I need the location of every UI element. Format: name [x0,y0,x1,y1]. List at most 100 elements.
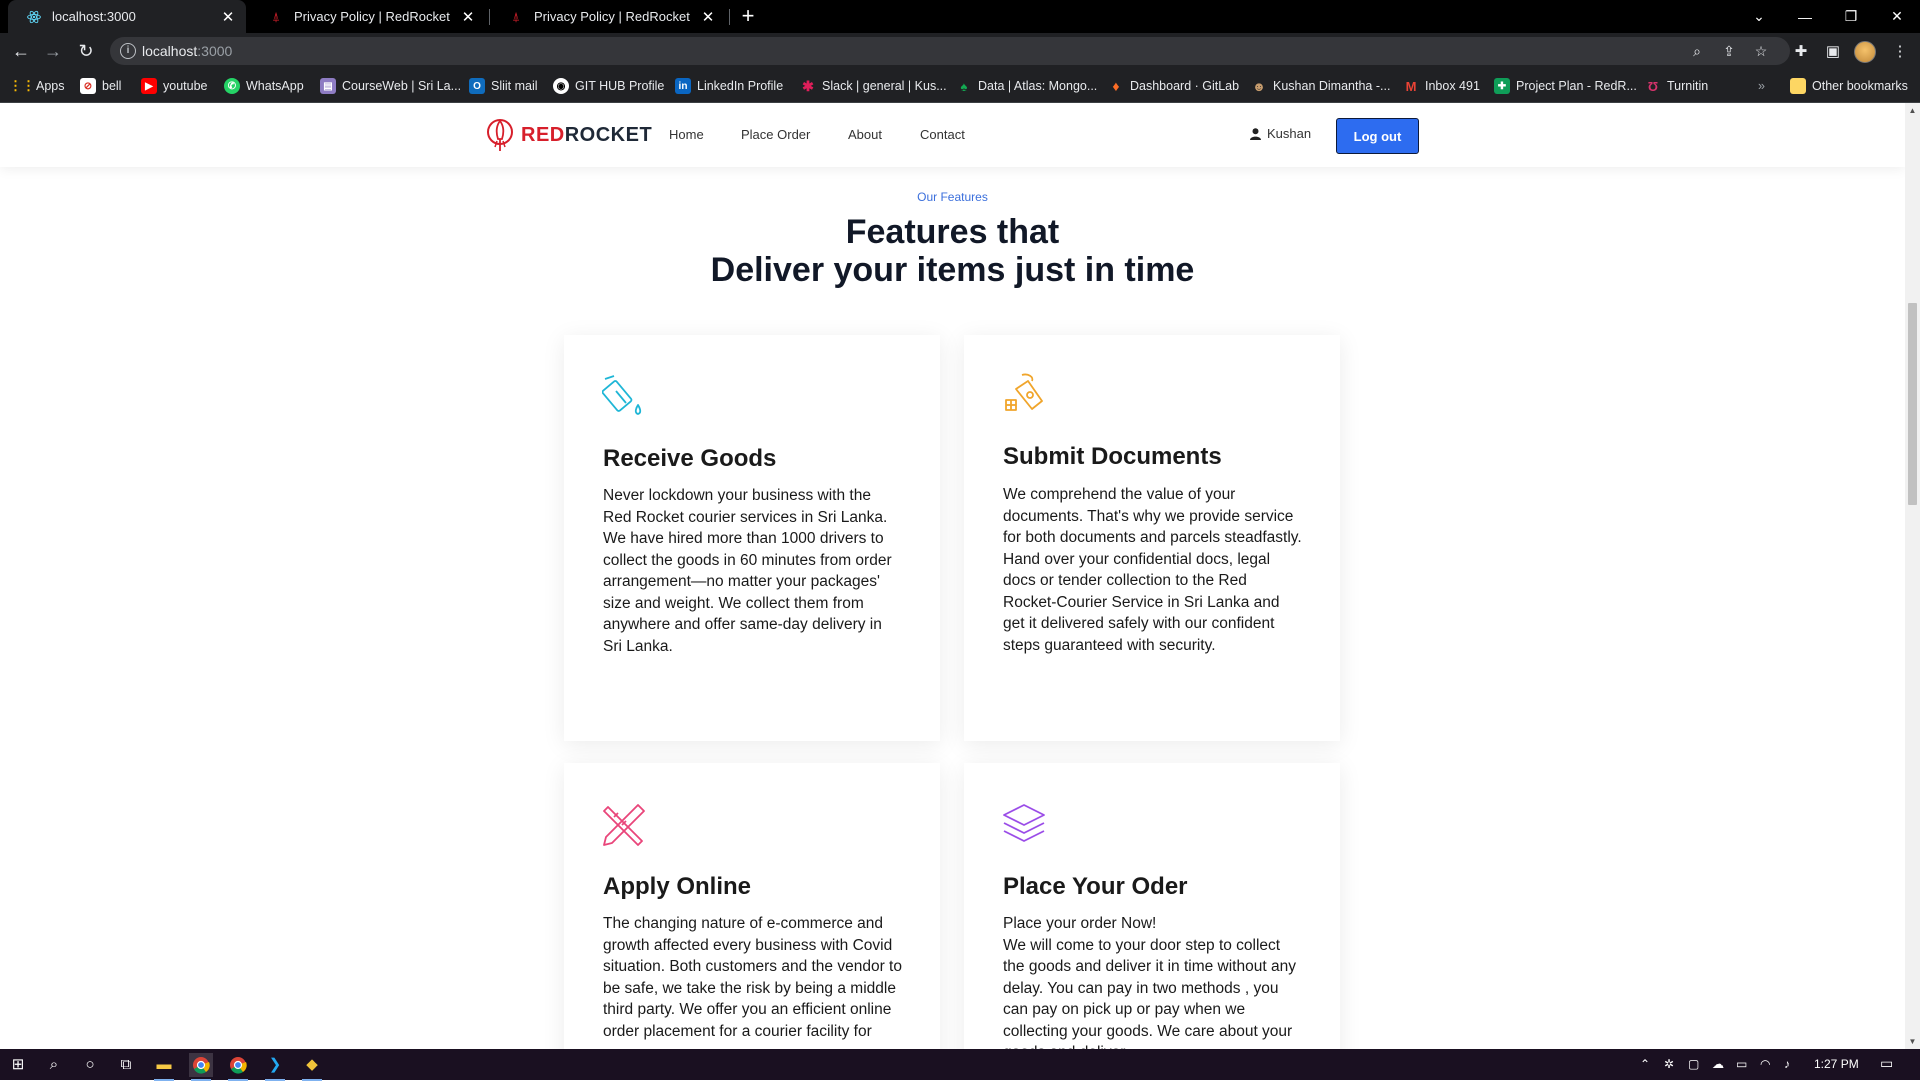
bookmark-kushan[interactable]: ☻ Kushan Dimantha -... [1251,77,1390,95]
card-text: Place your order Now! We will come to you… [1003,913,1303,1049]
tab-title: localhost:3000 [52,9,136,24]
chrome-icon[interactable] [189,1053,213,1081]
brand-name: REDROCKET [521,123,653,146]
nav-contact[interactable]: Contact [920,127,965,142]
side-panel-icon[interactable]: ▣ [1823,42,1843,62]
reload-icon[interactable]: ↻ [73,38,99,64]
cortana-icon[interactable]: ○ [78,1053,102,1077]
bookmark-linkedin[interactable]: in LinkedIn Profile [675,77,783,95]
browser-tab-active[interactable]: localhost:3000 ✕ [8,0,246,33]
close-tab-icon[interactable]: ✕ [460,8,476,26]
chrome-icon[interactable] [226,1053,250,1081]
bookmark-sliit-mail[interactable]: O Sliit mail [469,77,538,95]
address-bar[interactable]: i localhost:3000 ⌕ ⇪ ☆ [110,37,1790,65]
bell-icon: ⊘ [80,78,96,94]
bookmark-inbox[interactable]: M Inbox 491 [1403,77,1480,95]
bookmark-star-icon[interactable]: ☆ [1752,42,1770,60]
bookmark-mongodb[interactable]: ♠ Data | Atlas: Mongo... [956,77,1098,95]
bookmark-bell[interactable]: ⊘ bell [80,77,121,95]
gitlab-icon: ♦ [1112,78,1120,94]
close-tab-icon[interactable]: ✕ [700,8,716,26]
scroll-down-arrow-icon[interactable]: ▼ [1908,1037,1917,1046]
gmail-icon: M [1405,78,1417,94]
close-tab-icon[interactable]: ✕ [220,8,236,26]
git-icon[interactable]: ◆ [300,1053,324,1081]
site-info-icon[interactable]: i [120,43,136,59]
profile-avatar[interactable] [1854,41,1876,63]
bookmark-turnitin[interactable]: Ʊ Turnitin [1645,77,1708,95]
feature-card-apply-online: Apply Online The changing nature of e-co… [564,763,940,1049]
page-scrollbar[interactable]: ▲ ▼ [1905,103,1920,1049]
react-icon [26,9,42,25]
bookmark-youtube[interactable]: ▶ youtube [141,77,207,95]
bookmark-whatsapp[interactable]: ✆ WhatsApp [224,77,304,95]
tab-title: Privacy Policy | RedRocket [294,9,450,24]
nav-about[interactable]: About [848,127,882,142]
zoom-icon[interactable]: ⌕ [1688,42,1706,60]
windows-start-icon[interactable]: ⊞ [6,1053,30,1077]
menu-kebab-icon[interactable]: ⋮ [1890,42,1910,62]
share-icon[interactable]: ⇪ [1720,42,1738,60]
taskbar-clock[interactable]: 1:27 PM [1814,1057,1859,1071]
browser-tab[interactable]: ⍋ Privacy Policy | RedRocket ✕ [490,0,726,33]
features-heading-line2: Deliver your items just in time [710,251,1195,289]
scroll-up-arrow-icon[interactable]: ▲ [1908,106,1917,115]
bookmarks-overflow-icon[interactable]: » [1758,77,1765,95]
pencil-ruler-icon [603,804,645,846]
browser-tab-strip: localhost:3000 ✕ ⍋ Privacy Policy | RedR… [0,0,1920,33]
notifications-icon[interactable]: ▭ [1880,1055,1893,1072]
task-view-icon[interactable]: ⧉ [114,1053,138,1077]
tray-app-icon[interactable]: ▢ [1688,1057,1699,1071]
bookmark-courseweb[interactable]: ▤ CourseWeb | Sri La... [320,77,461,95]
user-icon [1250,127,1261,140]
card-title: Apply Online [603,873,752,900]
feature-card-receive-goods: Receive Goods Never lockdown your busine… [564,335,940,741]
outlook-icon: O [469,78,485,94]
bookmarks-bar: ⋮⋮ Apps ⊘ bell ▶ youtube ✆ WhatsApp ▤ CourseW… [0,69,1920,103]
forward-arrow-icon[interactable]: → [40,38,66,64]
folder-icon [1790,78,1806,94]
browser-toolbar: ← → ↻ i localhost:3000 ⌕ ⇪ ☆ ✚ ▣ ⋮ [0,33,1920,69]
bookmark-slack[interactable]: ✱ Slack | general | Kus... [800,77,946,95]
rocket-logo-icon [487,119,513,151]
close-window-button[interactable]: ✕ [1874,0,1920,33]
user-menu[interactable]: Kushan [1250,126,1311,141]
courseweb-icon: ▤ [320,78,336,94]
profile-icon: ☻ [1252,78,1266,94]
nav-home[interactable]: Home [669,127,704,142]
tray-chevron-icon[interactable]: ⌃ [1640,1057,1650,1071]
features-heading-line1: Features that [845,213,1060,251]
extensions-puzzle-icon[interactable]: ✚ [1791,42,1811,62]
tab-search-icon[interactable]: ⌄ [1736,0,1782,33]
bookmark-other[interactable]: Other bookmarks [1790,77,1908,95]
tab-separator [729,9,730,25]
scrollbar-thumb[interactable] [1908,303,1917,505]
bookmark-github[interactable]: ◉ GIT HUB Profile [553,77,664,95]
tray-settings-icon[interactable]: ✲ [1664,1057,1674,1071]
brand-logo[interactable]: REDROCKET [485,117,652,153]
back-arrow-icon[interactable]: ← [8,38,34,64]
slack-icon: ✱ [802,77,814,94]
nav-place-order[interactable]: Place Order [741,127,810,142]
card-title: Place Your Oder [1003,873,1188,900]
minimize-button[interactable]: — [1782,0,1828,33]
bookmark-project-plan[interactable]: ✚ Project Plan - RedR... [1494,77,1637,95]
volume-icon[interactable]: ♪ [1784,1057,1790,1071]
bookmark-gitlab[interactable]: ♦ Dashboard · GitLab [1108,77,1239,95]
bookmark-apps[interactable]: ⋮⋮ Apps [9,77,65,95]
windows-taskbar: ⊞ ⌕ ○ ⧉ ▬ ❯ ◆ ⌃ ✲ ▢ ☁ ▭ ◠ ♪ 1:27 PM ▭ [0,1049,1920,1081]
address-url[interactable]: localhost:3000 [142,43,232,59]
mongodb-icon: ♠ [960,78,968,94]
onedrive-icon[interactable]: ☁ [1712,1057,1724,1071]
new-tab-button[interactable]: + [736,4,760,28]
search-icon[interactable]: ⌕ [42,1053,66,1077]
site-header: REDROCKET Home Place Order About Contact… [0,103,1905,167]
battery-icon[interactable]: ▭ [1736,1057,1747,1071]
vscode-icon[interactable]: ❯ [263,1053,287,1081]
browser-tab[interactable]: ⍋ Privacy Policy | RedRocket ✕ [250,0,486,33]
wifi-icon[interactable]: ◠ [1760,1057,1770,1071]
restore-button[interactable]: ❐ [1828,0,1874,33]
file-explorer-icon[interactable]: ▬ [152,1053,176,1081]
tab-title: Privacy Policy | RedRocket [534,9,690,24]
logout-button[interactable]: Log out [1336,118,1419,154]
